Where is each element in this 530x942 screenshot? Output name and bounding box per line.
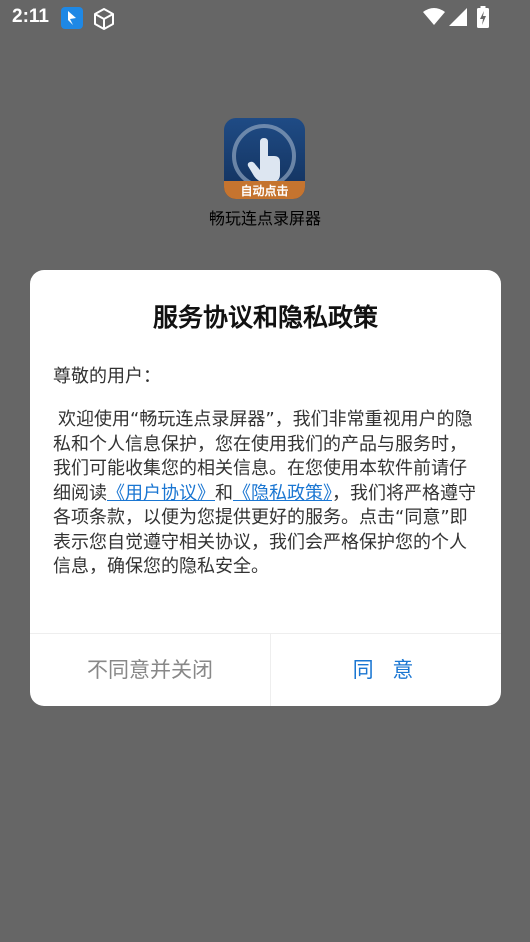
app-name: 畅玩连点录屏器 [208, 209, 321, 228]
dialog-body: 欢迎使用“畅玩连点录屏器”，我们非常重视用户的隐私和个人信息保护，您在使用我们的… [53, 408, 483, 580]
privacy-policy-link[interactable]: 《隐私政策》 [233, 483, 332, 504]
privacy-dialog: 服务协议和隐私政策 尊敬的用户： 欢迎使用“畅玩连点录屏器”，我们非常重视用户的… [30, 270, 501, 706]
wifi-icon [423, 8, 445, 25]
dialog-title: 服务协议和隐私政策 [152, 303, 378, 332]
signal-icon [449, 8, 467, 26]
agree-button[interactable]: 同 意 [271, 634, 501, 706]
hand-pointer-icon: 自动点击 [224, 118, 305, 199]
decline-close-button[interactable]: 不同意并关闭 [30, 634, 270, 706]
body-text-and: 和 [215, 482, 233, 504]
app-icon-badge: 自动点击 [240, 183, 288, 198]
status-time: 2:11 [12, 6, 49, 27]
app-notification-icon [61, 7, 83, 29]
app-logo: 自动点击 [224, 118, 305, 199]
dialog-greeting: 尊敬的用户： [53, 366, 161, 387]
user-agreement-link[interactable]: 《用户协议》 [107, 483, 215, 504]
cube-icon [94, 8, 114, 30]
battery-charging-icon [477, 6, 489, 28]
status-bar: 2:11 [0, 0, 530, 36]
